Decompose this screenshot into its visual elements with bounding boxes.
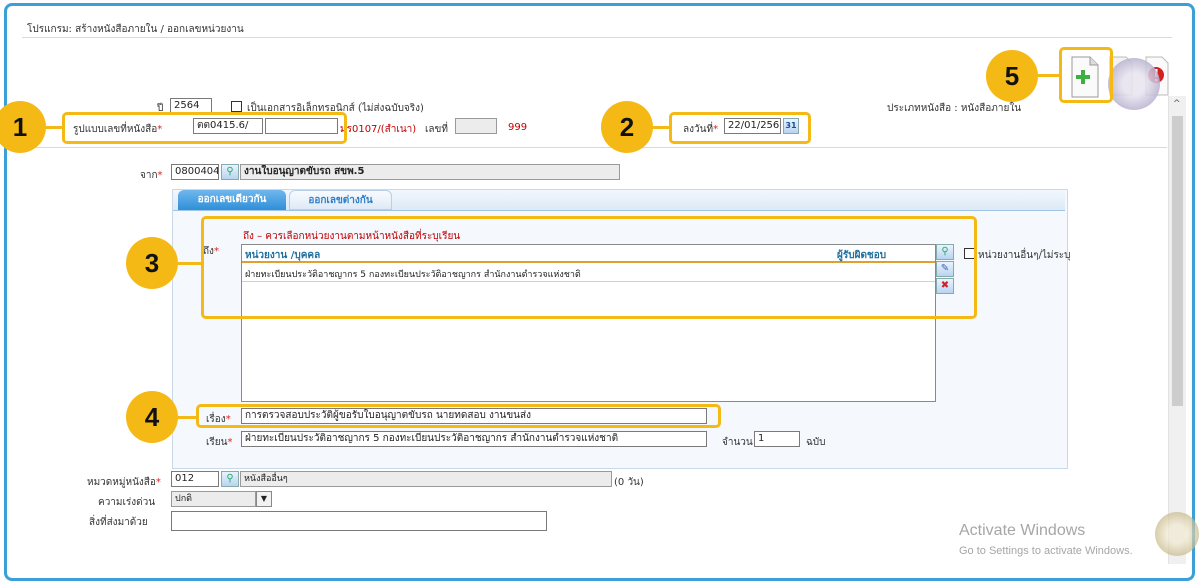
connector-5 — [1038, 74, 1060, 77]
highlight-box-2 — [669, 112, 811, 144]
number-field[interactable] — [455, 118, 497, 134]
category-days: (0 วัน) — [614, 477, 644, 488]
urgency-select[interactable]: ปกติ — [171, 491, 256, 507]
tab-same-number[interactable]: ออกเลขเดียวกัน — [178, 190, 286, 210]
from-search-icon[interactable]: ⚲ — [221, 164, 239, 180]
copies-label: จำนวน — [722, 437, 753, 448]
scroll-up-icon[interactable]: ^ — [1173, 99, 1181, 109]
step-badge-2: 2 — [601, 101, 653, 153]
doc-type-label: ประเภทหนังสือ : หนังสือภายใน — [887, 103, 1022, 114]
vertical-scrollbar[interactable]: ^ — [1168, 96, 1186, 564]
chevron-down-icon[interactable]: ▼ — [256, 491, 272, 507]
enclosure-label: สิ่งที่ส่งมาด้วย — [89, 517, 148, 528]
tab-different-number[interactable]: ออกเลขต่างกัน — [289, 190, 392, 210]
highlight-box-5 — [1059, 47, 1113, 103]
urgency-label: ความเร่งด่วน — [98, 497, 156, 508]
category-label: หมวดหมู่หนังสือ* — [87, 477, 161, 488]
connector-3 — [178, 262, 202, 265]
from-label: จาก* — [140, 170, 163, 181]
highlight-box-4 — [196, 404, 721, 428]
from-name-field: งานใบอนุญาตขับรถ สขพ.5 — [240, 164, 620, 180]
police-seal-icon — [1108, 58, 1160, 110]
copies-unit: ฉบับ — [806, 437, 826, 448]
header-divider — [22, 37, 1172, 38]
attention-label: เรียน* — [206, 437, 233, 448]
watermark-title: Activate Windows — [959, 522, 1086, 539]
format-suffix-label: มร0107/(สำเนา) — [340, 124, 417, 135]
highlight-box-3 — [201, 216, 977, 319]
connector-2 — [650, 126, 670, 129]
number-value: 999 — [508, 122, 528, 133]
highlight-box-1 — [62, 112, 347, 144]
number-label: เลขที่ — [425, 124, 448, 135]
connector-1 — [44, 126, 64, 129]
section-divider — [22, 147, 1167, 148]
scrollbar-thumb[interactable] — [1172, 116, 1183, 406]
watermark-subtitle: Go to Settings to activate Windows. — [959, 545, 1133, 557]
other-units-label: หน่วยงานอื่นๆ/ไม่ระบุ — [978, 250, 1071, 261]
attention-field[interactable]: ฝ่ายทะเบียนประวัติอาชญากร 5 กองทะเบียนปร… — [241, 431, 707, 447]
category-code-field[interactable]: 012 — [171, 471, 219, 487]
step-badge-3: 3 — [126, 237, 178, 289]
category-search-icon[interactable]: ⚲ — [221, 471, 239, 487]
seal-logo-icon — [1155, 512, 1199, 556]
connector-4 — [178, 416, 198, 419]
category-name-field: หนังสืออื่นๆ — [240, 471, 612, 487]
from-code-field[interactable]: 0800404 — [171, 164, 219, 180]
step-badge-4: 4 — [126, 391, 178, 443]
breadcrumb: โปรแกรม: สร้างหนังสือภายใน / ออกเลขหน่วย… — [27, 24, 244, 35]
enclosure-field[interactable] — [171, 511, 547, 531]
electronic-checkbox[interactable] — [231, 101, 242, 112]
step-badge-5: 5 — [986, 50, 1038, 102]
copies-field[interactable]: 1 — [754, 431, 800, 447]
